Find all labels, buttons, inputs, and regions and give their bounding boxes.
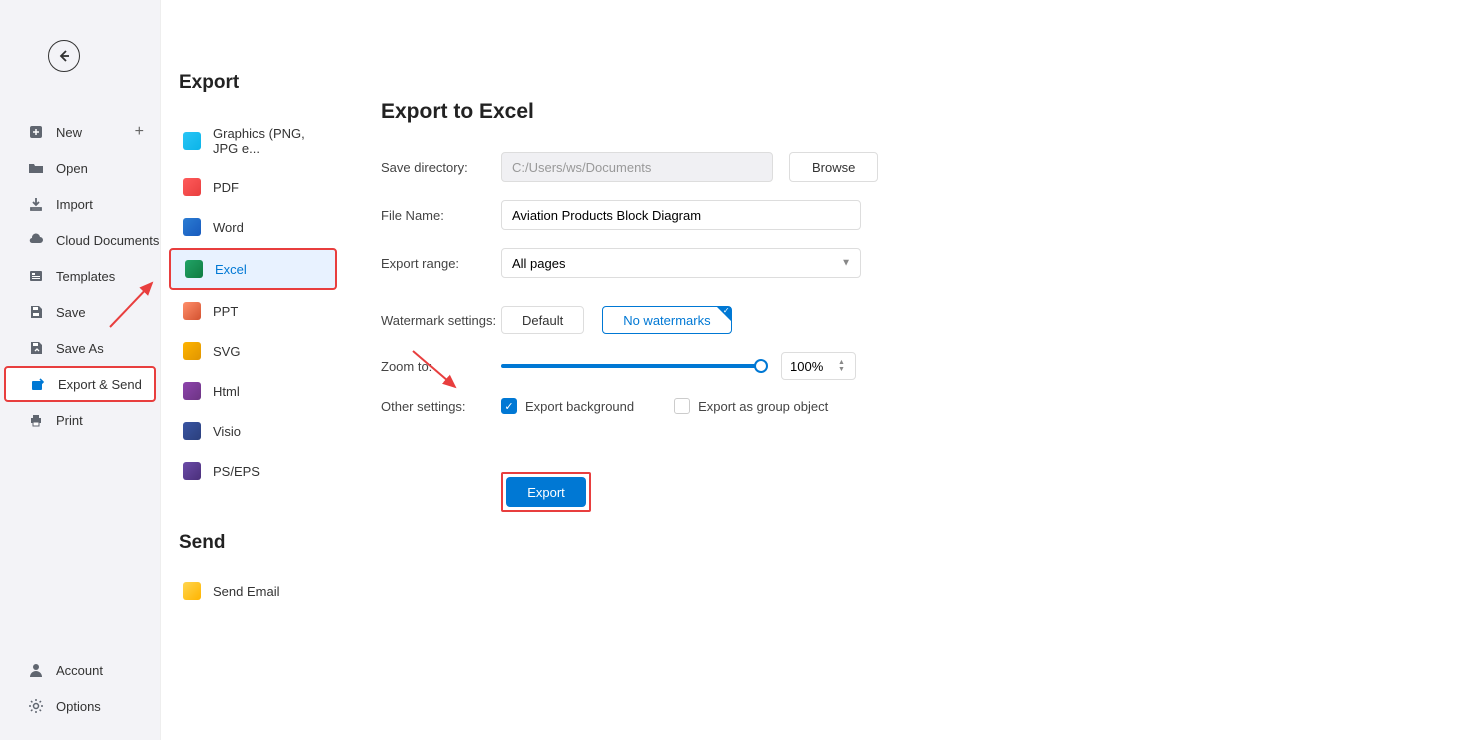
nav-label: Templates — [56, 269, 115, 284]
annotation-export-highlight: Export — [501, 472, 591, 512]
browse-button[interactable]: Browse — [789, 152, 878, 182]
nav-item-save-as[interactable]: Save As — [0, 330, 160, 366]
format-label: Excel — [215, 262, 247, 277]
format-label: PDF — [213, 180, 239, 195]
nav-icon — [28, 662, 44, 678]
nav-label: Open — [56, 161, 88, 176]
arrow-left-icon — [56, 48, 72, 64]
nav-item-options[interactable]: Options — [0, 688, 160, 724]
format-icon — [183, 462, 201, 480]
nav-icon — [28, 340, 44, 356]
nav-item-open[interactable]: Open — [0, 150, 160, 186]
nav-item-save[interactable]: Save — [0, 294, 160, 330]
format-icon — [183, 382, 201, 400]
nav-icon — [28, 196, 44, 212]
format-label: PPT — [213, 304, 238, 319]
nav-icon — [28, 232, 44, 248]
export-heading: Export — [161, 0, 345, 114]
format-icon — [183, 422, 201, 440]
nav-icon — [28, 412, 44, 428]
nav-item-new[interactable]: New + — [0, 114, 160, 150]
zoom-stepper[interactable]: ▲▼ — [838, 359, 845, 373]
watermark-label: Watermark settings: — [381, 313, 501, 328]
export-range-select[interactable] — [501, 248, 861, 278]
watermark-none-label: No watermarks — [623, 313, 710, 328]
main-content: Export to Excel Save directory: Browse F… — [345, 0, 1480, 740]
format-icon — [185, 260, 203, 278]
export-format-panel: Export Graphics (PNG, JPG e... PDF Word Exc… — [160, 0, 345, 740]
zoom-label: Zoom to: — [381, 359, 501, 374]
nav-label: Export & Send — [58, 377, 142, 392]
nav-item-cloud-documents[interactable]: Cloud Documents — [0, 222, 160, 258]
format-item-excel[interactable]: Excel — [169, 248, 337, 290]
nav-icon — [28, 268, 44, 284]
nav-label: Import — [56, 197, 93, 212]
export-button[interactable]: Export — [506, 477, 586, 507]
format-icon — [183, 178, 201, 196]
plus-icon[interactable]: + — [135, 123, 144, 141]
format-item-svg[interactable]: SVG — [169, 332, 337, 370]
watermark-none-button[interactable]: No watermarks ✓ — [602, 306, 731, 334]
format-label: Visio — [213, 424, 241, 439]
format-label: SVG — [213, 344, 240, 359]
save-dir-label: Save directory: — [381, 160, 501, 175]
format-icon — [183, 218, 201, 236]
other-settings-label: Other settings: — [381, 399, 501, 414]
format-item-graphics-png-jpg-e-[interactable]: Graphics (PNG, JPG e... — [169, 116, 337, 166]
nav-icon — [28, 160, 44, 176]
nav-label: New — [56, 125, 82, 140]
format-icon — [183, 582, 201, 600]
nav-icon — [28, 124, 44, 140]
file-name-input[interactable] — [501, 200, 861, 230]
nav-label: Save — [56, 305, 86, 320]
nav-label: Save As — [56, 341, 104, 356]
nav-item-print[interactable]: Print — [0, 402, 160, 438]
zoom-slider[interactable] — [501, 364, 761, 368]
nav-item-export-send[interactable]: Export & Send — [4, 366, 156, 402]
format-item-html[interactable]: Html — [169, 372, 337, 410]
format-item-pdf[interactable]: PDF — [169, 168, 337, 206]
format-label: Graphics (PNG, JPG e... — [213, 126, 323, 156]
export-group-checkbox[interactable] — [674, 398, 690, 414]
export-background-checkbox[interactable]: ✓ — [501, 398, 517, 414]
format-label: PS/EPS — [213, 464, 260, 479]
watermark-default-button[interactable]: Default — [501, 306, 584, 334]
format-label: Word — [213, 220, 244, 235]
format-label: Send Email — [213, 584, 279, 599]
save-dir-input[interactable] — [501, 152, 773, 182]
send-heading: Send — [161, 492, 345, 570]
format-item-word[interactable]: Word — [169, 208, 337, 246]
nav-label: Cloud Documents — [56, 233, 159, 248]
format-icon — [183, 302, 201, 320]
format-item-ps-eps[interactable]: PS/EPS — [169, 452, 337, 490]
nav-label: Account — [56, 663, 103, 678]
nav-label: Print — [56, 413, 83, 428]
format-icon — [183, 132, 201, 150]
export-group-label: Export as group object — [698, 399, 828, 414]
format-item-ppt[interactable]: PPT — [169, 292, 337, 330]
page-title: Export to Excel — [381, 100, 1450, 124]
left-nav: New + Open Import Cloud Documents Templates Sa… — [0, 0, 160, 740]
nav-icon — [28, 304, 44, 320]
nav-icon — [30, 376, 46, 392]
nav-icon — [28, 698, 44, 714]
file-name-label: File Name: — [381, 208, 501, 223]
nav-item-templates[interactable]: Templates — [0, 258, 160, 294]
nav-item-account[interactable]: Account — [0, 652, 160, 688]
format-item-visio[interactable]: Visio — [169, 412, 337, 450]
back-button[interactable] — [48, 40, 80, 72]
format-label: Html — [213, 384, 240, 399]
format-icon — [183, 342, 201, 360]
nav-label: Options — [56, 699, 101, 714]
export-range-label: Export range: — [381, 256, 501, 271]
nav-item-import[interactable]: Import — [0, 186, 160, 222]
export-background-label: Export background — [525, 399, 634, 414]
format-item-send-email[interactable]: Send Email — [169, 572, 337, 610]
